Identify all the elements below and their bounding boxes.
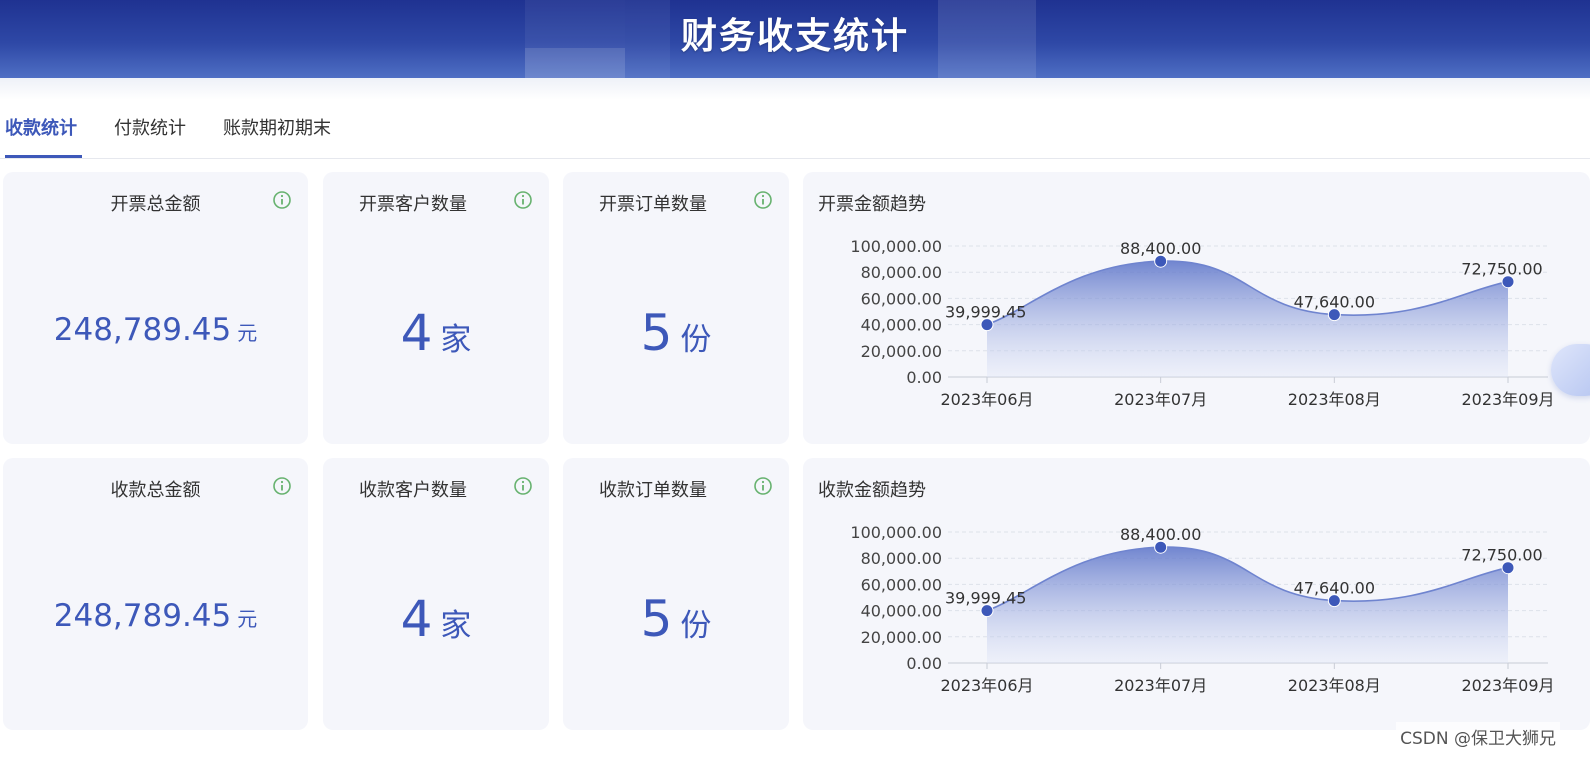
invoice-customer-card: 开票客户数量 4家 (323, 172, 549, 444)
invoice-order-card: 开票订单数量 5份 (563, 172, 789, 444)
count-unit: 家 (440, 322, 472, 358)
tab-receipt-stats[interactable]: 收款统计 (5, 114, 77, 156)
tab-bar: 收款统计 付款统计 账款期初期末 (0, 100, 1590, 159)
receipt-total-card: 收款总金额 248,789.45 元 (3, 458, 308, 730)
amount-unit: 元 (237, 321, 258, 345)
series-area (987, 547, 1508, 663)
receipt-trend-chart: 0.00 20,000.00 40,000.00 60,000.00 80,000.00… (850, 523, 1554, 695)
invoice-trend-chart: 0.00 20,000.00 40,000.00 60,000.00 80,000.00… (850, 237, 1554, 409)
series-area (987, 261, 1508, 377)
y-tick-label: 40,000.00 (861, 602, 942, 621)
count-unit: 份 (680, 322, 712, 358)
card-title: 收款总金额 (110, 480, 201, 501)
page-header: 财务收支统计 (0, 0, 1590, 78)
invoice-total-card: 开票总金额 248,789.45 元 (3, 172, 308, 444)
card-title: 开票总金额 (110, 194, 201, 215)
x-tick-label: 2023年06月 (940, 390, 1033, 409)
data-label: 47,640.00 (1294, 293, 1375, 312)
y-tick-label: 80,000.00 (861, 263, 942, 282)
tab-payment-stats[interactable]: 付款统计 (114, 114, 186, 156)
receipt-order-card: 收款订单数量 5份 (563, 458, 789, 730)
y-tick-label: 100,000.00 (850, 523, 942, 542)
count-number: 5 (640, 590, 673, 648)
y-tick-label: 40,000.00 (861, 316, 942, 335)
data-label: 72,750.00 (1461, 546, 1542, 565)
count-number: 5 (640, 304, 673, 362)
x-tick-label: 2023年07月 (1114, 676, 1207, 695)
invoice-order-value: 5份 (563, 304, 789, 362)
y-tick-label: 60,000.00 (861, 289, 942, 308)
x-tick-label: 2023年07月 (1114, 390, 1207, 409)
info-icon[interactable] (753, 190, 773, 210)
watermark: CSDN @保卫大狮兄 (1396, 722, 1560, 751)
invoice-trend-card: 开票金额趋势 0.00 20,000.00 40,000.00 60,000.00 80… (803, 172, 1590, 444)
count-unit: 家 (440, 608, 472, 644)
info-icon[interactable] (513, 190, 533, 210)
page-title: 财务收支统计 (680, 16, 909, 57)
y-tick-label: 0.00 (906, 654, 942, 673)
receipt-total-value: 248,789.45 元 (3, 598, 308, 634)
y-tick-label: 60,000.00 (861, 575, 942, 594)
count-number: 4 (400, 590, 433, 648)
count-unit: 份 (680, 608, 712, 644)
data-label: 47,640.00 (1294, 579, 1375, 598)
data-label: 88,400.00 (1120, 239, 1201, 258)
y-tick-label: 80,000.00 (861, 549, 942, 568)
amount-number: 248,789.45 (53, 598, 232, 634)
amount-unit: 元 (237, 607, 258, 631)
y-tick-label: 20,000.00 (861, 628, 942, 647)
receipt-order-value: 5份 (563, 590, 789, 648)
x-tick-label: 2023年09月 (1461, 676, 1554, 695)
amount-number: 248,789.45 (53, 312, 232, 348)
invoice-total-value: 248,789.45 元 (3, 312, 308, 348)
x-tick-label: 2023年08月 (1288, 676, 1381, 695)
receipt-customer-card: 收款客户数量 4家 (323, 458, 549, 730)
tab-opening-closing[interactable]: 账款期初期末 (223, 114, 331, 156)
info-icon[interactable] (272, 476, 292, 496)
receipt-trend-card: 收款金额趋势 0.00 20,000.00 40,000.00 60,000.00 80… (803, 458, 1590, 730)
y-tick-label: 20,000.00 (861, 342, 942, 361)
info-icon[interactable] (513, 476, 533, 496)
x-tick-label: 2023年08月 (1288, 390, 1381, 409)
data-label: 39,999.45 (945, 589, 1026, 608)
y-tick-label: 0.00 (906, 368, 942, 387)
receipt-customer-value: 4家 (323, 590, 549, 648)
x-tick-label: 2023年06月 (940, 676, 1033, 695)
data-label: 39,999.45 (945, 303, 1026, 322)
count-number: 4 (400, 304, 433, 362)
data-label: 72,750.00 (1461, 260, 1542, 279)
invoice-customer-value: 4家 (323, 304, 549, 362)
header-fade (0, 78, 1590, 100)
data-label: 88,400.00 (1120, 525, 1201, 544)
active-tab-indicator (5, 155, 82, 158)
info-icon[interactable] (753, 476, 773, 496)
info-icon[interactable] (272, 190, 292, 210)
x-tick-label: 2023年09月 (1461, 390, 1554, 409)
y-tick-label: 100,000.00 (850, 237, 942, 256)
